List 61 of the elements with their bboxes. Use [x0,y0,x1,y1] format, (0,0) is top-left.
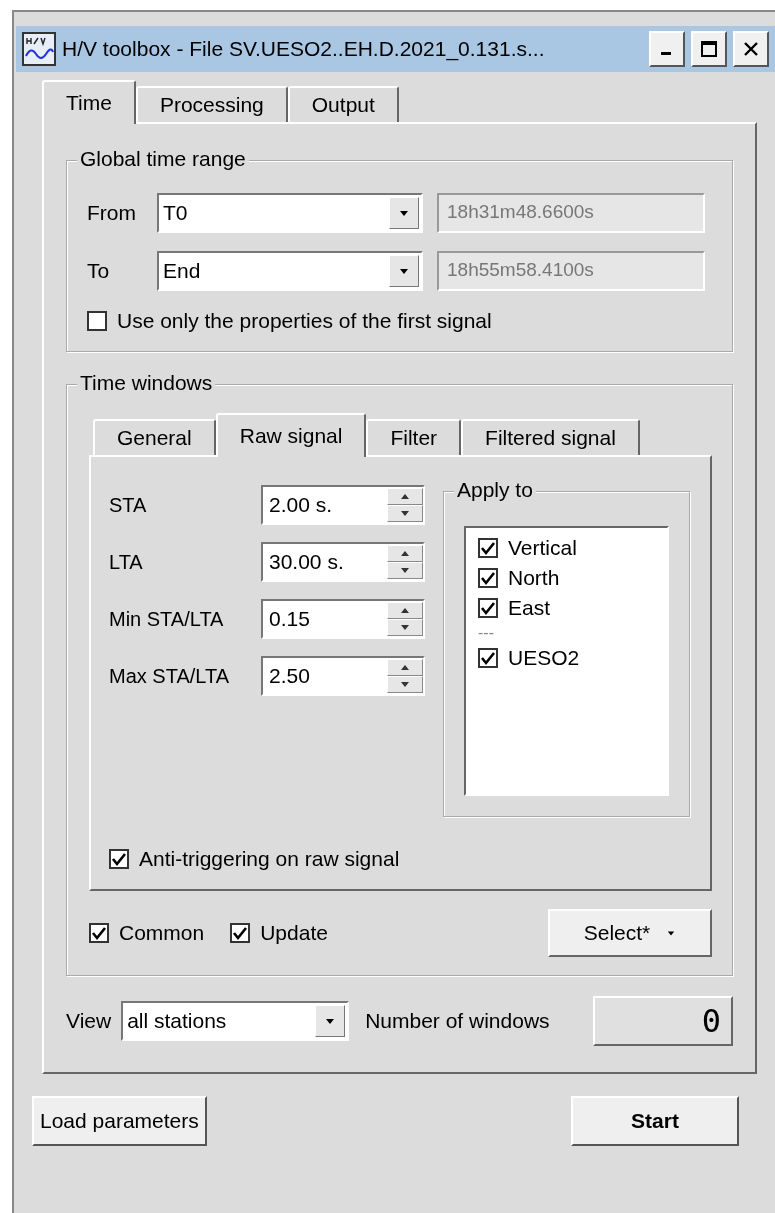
tab[interactable]: Output [287,86,399,122]
tab[interactable]: Processing [135,86,288,122]
caret-icon [326,1019,335,1024]
list-item[interactable]: UESO2 [508,646,580,670]
maximize-icon [700,40,718,58]
list-item[interactable]: Vertical [508,536,577,560]
close-button[interactable] [733,31,769,67]
list-item[interactable]: East [508,596,551,620]
checkbox[interactable] [89,923,109,943]
checkbox[interactable] [478,538,498,558]
down-arrow-icon[interactable] [401,511,409,516]
field-label: Max STA/LTA [109,664,231,688]
checkbox-label: Common [119,921,205,945]
field-label: To [87,259,111,283]
caret-icon [668,931,675,936]
spin-box[interactable]: 2.50 [261,656,425,696]
caret-icon [400,269,408,274]
checkbox-label: Use only the properties of the first signal [117,309,492,333]
minimize-icon [661,52,671,55]
select-button[interactable]: Select* [548,909,712,957]
dropdown[interactable]: all stations [121,1001,350,1041]
tab[interactable]: Time [42,80,136,124]
field-label: Min STA/LTA [109,607,225,631]
spin-box[interactable]: 0.15 [261,599,425,639]
maximize-button[interactable] [691,31,727,67]
field-label: STA [109,493,148,517]
field-label: View [66,1009,112,1033]
minimize-button[interactable] [649,31,685,67]
caret-icon [400,211,408,216]
down-arrow-icon[interactable] [401,568,409,573]
field-label: From [87,201,137,225]
checkbox[interactable] [478,598,498,618]
close-icon [743,41,759,57]
tab[interactable]: Filter [366,419,462,455]
checkbox[interactable] [230,923,251,943]
up-arrow-icon[interactable] [401,665,409,670]
list-item[interactable]: North [508,566,560,590]
wave-icon [22,32,56,66]
start-button[interactable]: Start [571,1096,739,1146]
checkbox[interactable] [478,568,498,588]
checkbox[interactable] [87,311,107,331]
checkbox[interactable] [109,849,129,869]
separator-text: --- [478,626,495,640]
field-label: LTA [109,550,144,574]
tab[interactable]: Filtered signal [461,419,640,455]
up-arrow-icon[interactable] [401,551,409,556]
spin-box[interactable]: 2.00 s. [261,485,425,525]
checkbox-label: Update [260,921,328,945]
checkbox-label: Anti-triggering on raw signal [139,847,400,871]
down-arrow-icon[interactable] [401,625,409,630]
load-parameters-button[interactable]: Load parameters [32,1096,207,1146]
up-arrow-icon[interactable] [401,608,409,613]
spin-box[interactable]: 30.00 s. [261,542,425,582]
tab[interactable]: Raw signal [215,413,367,457]
field-label: Number of windows [365,1009,550,1033]
number-display: 0 [593,996,733,1046]
down-arrow-icon[interactable] [401,682,409,687]
up-arrow-icon[interactable] [401,494,409,499]
checkbox[interactable] [478,648,498,668]
window-title: H/V toolbox - File SV.UESO2..EH.D.2021_0.131.s... [62,37,546,61]
tab[interactable]: General [93,419,216,455]
